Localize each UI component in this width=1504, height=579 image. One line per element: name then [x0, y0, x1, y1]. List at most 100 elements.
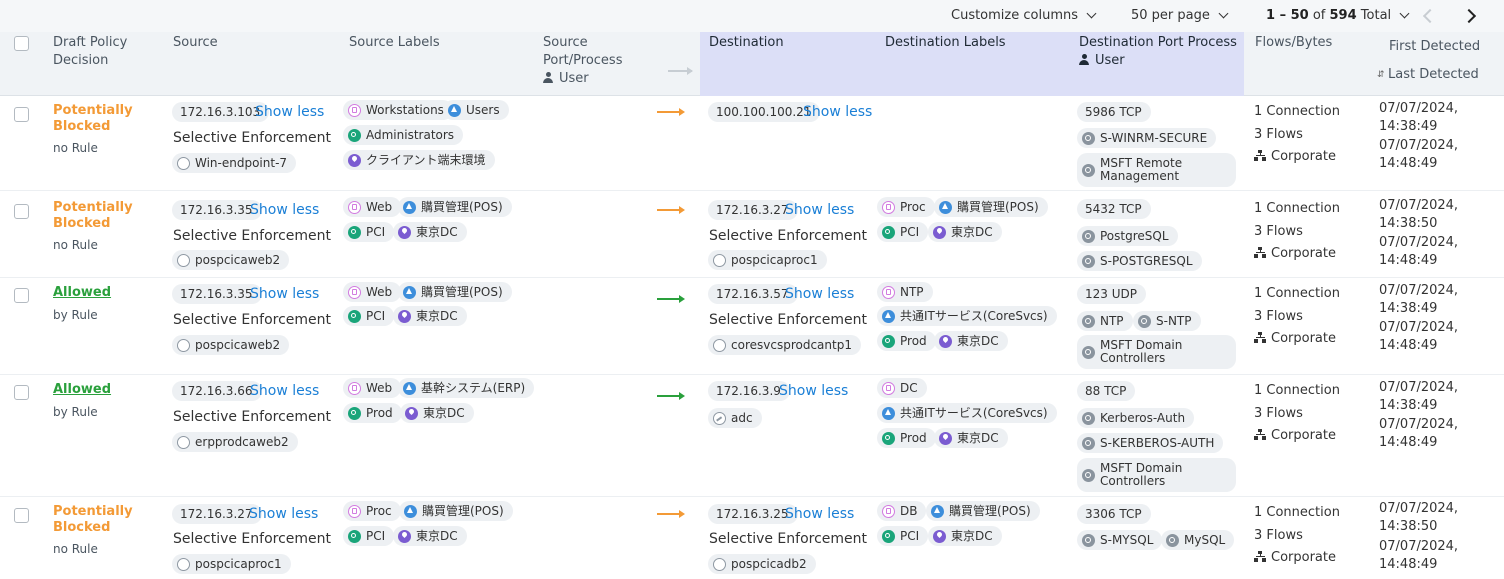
service-pill[interactable]: MSFT Domain Controllers — [1077, 458, 1236, 492]
source-label-env[interactable]: PCI — [343, 306, 395, 326]
source-workload-pill[interactable]: pospcicaproc1 — [172, 554, 291, 574]
destination-label-env[interactable]: PCI — [877, 222, 929, 242]
column-header-destination-labels[interactable]: Destination Labels — [885, 34, 1006, 52]
source-show-less-link[interactable]: Show less — [250, 383, 319, 399]
destination-label-app[interactable]: 共通ITサービス(CoreSvcs) — [877, 306, 1057, 326]
source-label-role[interactable]: Administrators — [343, 125, 464, 145]
service-pill[interactable]: MSFT Remote Management — [1077, 153, 1236, 187]
service-pill[interactable]: S-WINRM-SECURE — [1077, 128, 1217, 148]
service-pill[interactable]: S-NTP — [1133, 311, 1201, 331]
destination-show-less-link[interactable]: Show less — [779, 383, 848, 399]
source-label-env[interactable]: Prod — [343, 403, 402, 423]
service-pill[interactable]: PostgreSQL — [1077, 226, 1178, 246]
column-header-source[interactable]: Source — [173, 34, 218, 52]
source-workload-pill[interactable]: Win-endpoint-7 — [172, 153, 297, 173]
destination-label-loc[interactable]: 東京DC — [934, 428, 1008, 448]
destination-label-env[interactable]: Prod — [877, 428, 936, 448]
decision-allowed[interactable]: Allowed — [53, 382, 111, 398]
pagination-count[interactable]: 1 – 50 of 594 Total — [1266, 8, 1410, 23]
previous-page-button[interactable] — [1420, 6, 1440, 26]
source-label-loc[interactable]: 東京DC — [393, 526, 467, 546]
source-workload-pill[interactable]: pospcicaweb2 — [172, 335, 290, 355]
row-checkbox[interactable] — [14, 204, 29, 219]
source-label-loc[interactable]: クライアント端末環境 — [343, 150, 495, 170]
user-icon — [543, 72, 553, 83]
source-label-env[interactable]: PCI — [343, 526, 395, 546]
destination-label-env[interactable]: Prod — [877, 331, 936, 351]
column-header-destination[interactable]: Destination — [709, 34, 784, 52]
column-header-first-detected[interactable]: First Detected — [1389, 38, 1480, 56]
source-label-loc[interactable]: 東京DC — [400, 403, 474, 423]
destination-label-role[interactable]: NTP — [877, 282, 933, 302]
column-header-source-labels[interactable]: Source Labels — [349, 34, 440, 52]
source-show-less-link[interactable]: Show less — [250, 286, 319, 302]
source-label-role[interactable]: Web — [343, 378, 402, 398]
source-label-role[interactable]: Web — [343, 282, 402, 302]
source-label-env[interactable]: PCI — [343, 222, 395, 242]
source-label-role[interactable]: Workstations — [343, 100, 453, 120]
source-label-loc[interactable]: 東京DC — [393, 306, 467, 326]
port-pill: 5986 TCP — [1077, 102, 1151, 122]
destination-workload-pill[interactable]: pospcicadb2 — [708, 554, 816, 574]
row-divider — [0, 496, 1504, 497]
source-label-app[interactable]: Users — [443, 100, 509, 120]
service-pill[interactable]: MySQL — [1161, 530, 1235, 550]
application-label-icon — [939, 200, 952, 214]
service-pill[interactable]: MSFT Domain Controllers — [1077, 335, 1236, 369]
destination-label-loc[interactable]: 東京DC — [928, 222, 1002, 242]
destination-workload-pill[interactable]: pospcicaproc1 — [708, 250, 827, 270]
destination-label-env[interactable]: PCI — [877, 526, 929, 546]
service-pill[interactable]: Kerberos-Auth — [1077, 408, 1195, 428]
source-label-app[interactable]: 購買管理(POS) — [398, 282, 512, 302]
application-label-icon — [448, 103, 461, 117]
column-header-destination-port-process[interactable]: Destination Port Process User — [1079, 34, 1237, 70]
service-pill[interactable]: S-POSTGRESQL — [1077, 251, 1202, 271]
select-all-checkbox[interactable] — [14, 36, 29, 51]
row-checkbox[interactable] — [14, 107, 29, 122]
decision-allowed[interactable]: Allowed — [53, 285, 111, 301]
source-label-app[interactable]: 基幹システム(ERP) — [398, 378, 535, 398]
row-checkbox[interactable] — [14, 288, 29, 303]
service-pill[interactable]: S-MYSQL — [1077, 530, 1163, 550]
service-icon — [1082, 411, 1095, 425]
service-pill[interactable]: NTP — [1077, 311, 1133, 331]
source-workload-pill[interactable]: erpprodcaweb2 — [172, 432, 298, 452]
application-label-icon — [403, 381, 416, 395]
destination-show-less-link[interactable]: Show less — [785, 506, 854, 522]
row-checkbox[interactable] — [14, 385, 29, 400]
per-page-select[interactable]: 50 per page — [1131, 8, 1229, 23]
source-label-app[interactable]: 購買管理(POS) — [398, 197, 512, 217]
source-label-app[interactable]: 購買管理(POS) — [399, 501, 513, 521]
source-show-less-link[interactable]: Show less — [249, 506, 318, 522]
last-detected: 07/07/2024, 14:48:49 — [1379, 417, 1459, 450]
column-header-draft-policy-decision[interactable]: Draft Policy Decision — [53, 34, 127, 70]
destination-show-less-link[interactable]: Show less — [785, 286, 854, 302]
last-detected: 07/07/2024, 14:48:49 — [1379, 235, 1459, 268]
destination-label-app[interactable]: 共通ITサービス(CoreSvcs) — [877, 403, 1057, 423]
source-workload-pill[interactable]: pospcicaweb2 — [172, 250, 290, 270]
column-header-flows-bytes[interactable]: Flows/Bytes — [1255, 34, 1332, 52]
destination-workload-pill[interactable]: adc — [708, 408, 762, 428]
destination-label-role[interactable]: DC — [877, 378, 927, 398]
column-header-source-port-process[interactable]: Source Port/Process User — [543, 34, 622, 88]
row-checkbox[interactable] — [14, 508, 29, 523]
customize-columns-button[interactable]: Customize columns — [951, 8, 1097, 23]
service-pill[interactable]: S-KERBEROS-AUTH — [1077, 433, 1224, 453]
source-label-loc[interactable]: 東京DC — [393, 222, 467, 242]
destination-label-role[interactable]: Proc — [877, 197, 935, 217]
destination-label-loc[interactable]: 東京DC — [928, 526, 1002, 546]
destination-show-less-link[interactable]: Show less — [785, 202, 854, 218]
source-label-role[interactable]: Proc — [343, 501, 401, 521]
source-show-less-link[interactable]: Show less — [255, 104, 324, 120]
destination-label-app[interactable]: 購買管理(POS) — [926, 501, 1040, 521]
next-page-button[interactable] — [1459, 6, 1479, 26]
column-header-last-detected[interactable]: ⇵ Last Detected — [1377, 66, 1479, 84]
source-show-less-link[interactable]: Show less — [250, 202, 319, 218]
source-label-role[interactable]: Web — [343, 197, 402, 217]
service-icon — [1082, 468, 1095, 482]
destination-label-role[interactable]: DB — [877, 501, 927, 521]
destination-show-less-link[interactable]: Show less — [803, 104, 872, 120]
destination-label-loc[interactable]: 東京DC — [934, 331, 1008, 351]
destination-workload-pill[interactable]: coresvcsprodcantp1 — [708, 335, 861, 355]
destination-label-app[interactable]: 購買管理(POS) — [934, 197, 1048, 217]
